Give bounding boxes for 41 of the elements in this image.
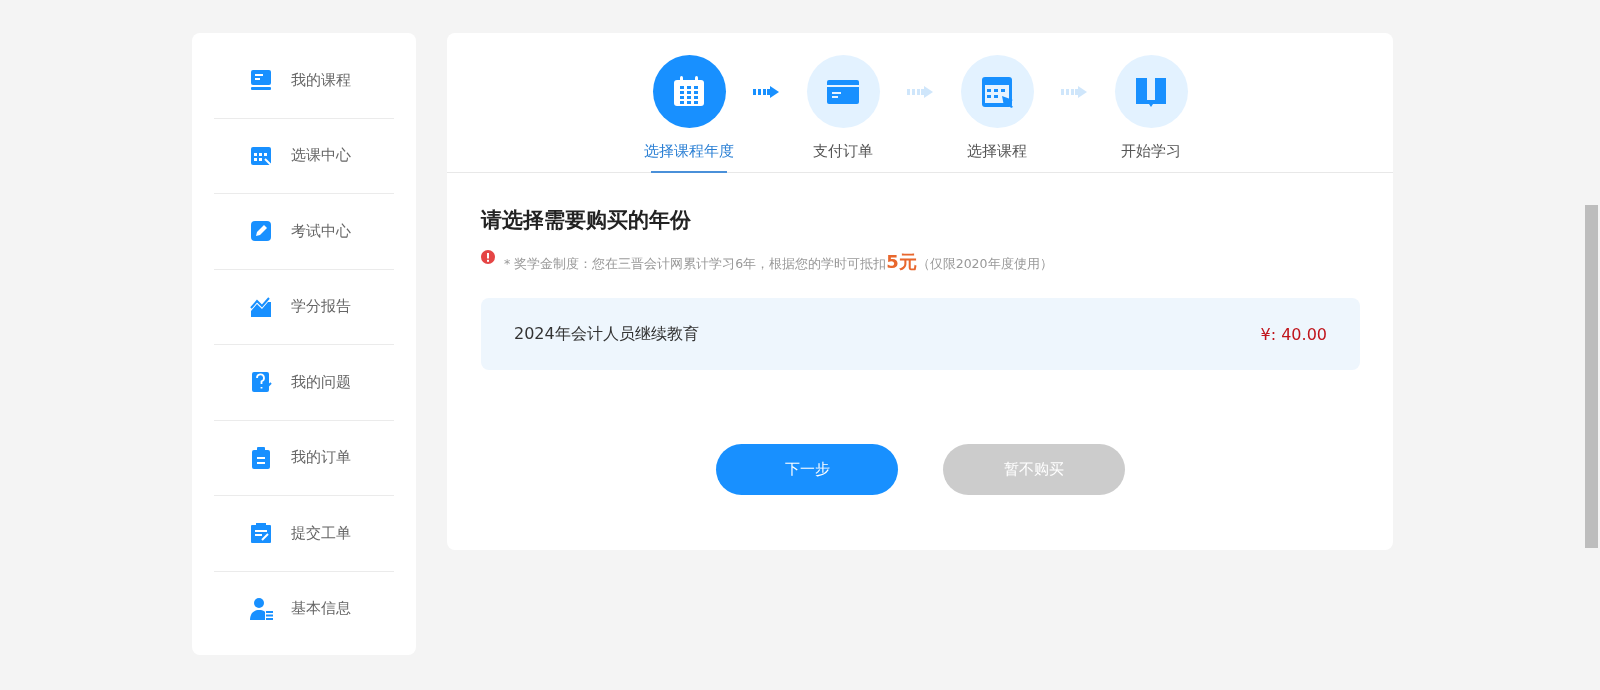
form-icon [249,521,273,546]
sidebar-item[interactable]: 学分报告 [214,269,394,345]
step-tab[interactable]: 选择课程年度 [634,55,744,173]
clipboard-icon [249,445,273,470]
sidebar-item[interactable]: 我的问题 [214,345,394,421]
next-button[interactable]: 下一步 [716,444,898,495]
step-label: 选择课程 [967,142,1027,161]
sidebar-item-label: 学分报告 [291,297,351,317]
course-name: 2024年会计人员继续教育 [514,323,699,345]
book-icon [249,68,273,93]
edit-icon [249,219,273,244]
arrow-icon [907,86,933,98]
sidebar-item[interactable]: 我的课程 [214,43,394,119]
sidebar-item[interactable]: 提交工单 [214,496,394,572]
sidebar-item-label: 我的课程 [291,70,351,90]
arrow-icon [1061,86,1087,98]
step-label: 支付订单 [813,142,873,161]
notice-text: * 奖学金制度：您在三晋会计网累计学习6年，根据您的学时可抵扣5元（仅限2020年度使用） [504,250,1053,274]
step-tab[interactable]: 选择课程 [942,55,1052,173]
sidebar-item-label: 我的问题 [291,372,351,392]
step-label: 开始学习 [1121,142,1181,161]
step-tab[interactable]: 支付订单 [788,55,898,173]
sidebar-item-label: 我的订单 [291,448,351,468]
scrollbar-thumb[interactable] [1585,205,1598,548]
page-heading: 请选择需要购买的年份 [481,207,692,234]
course-price: ¥: 40.00 [1260,324,1327,344]
question-icon [249,370,273,395]
sidebar-item-label: 提交工单 [291,523,351,543]
sidebar-item[interactable]: 我的订单 [214,420,394,496]
step-tab[interactable]: 开始学习 [1096,55,1206,173]
user-icon [249,596,273,621]
step-label: 选择课程年度 [644,142,734,161]
sidebar-item[interactable]: 选课中心 [214,118,394,194]
sidebar-item[interactable]: 考试中心 [214,194,394,270]
sidebar-item-label: 选课中心 [291,146,351,166]
sidebar-item-label: 基本信息 [291,599,351,619]
course-option[interactable]: 2024年会计人员继续教育 ¥: 40.00 [481,298,1360,370]
warning-icon [481,250,495,264]
sidebar-item[interactable]: 基本信息 [214,571,394,646]
arrow-icon [753,86,779,98]
sidebar-item-label: 考试中心 [291,221,351,241]
